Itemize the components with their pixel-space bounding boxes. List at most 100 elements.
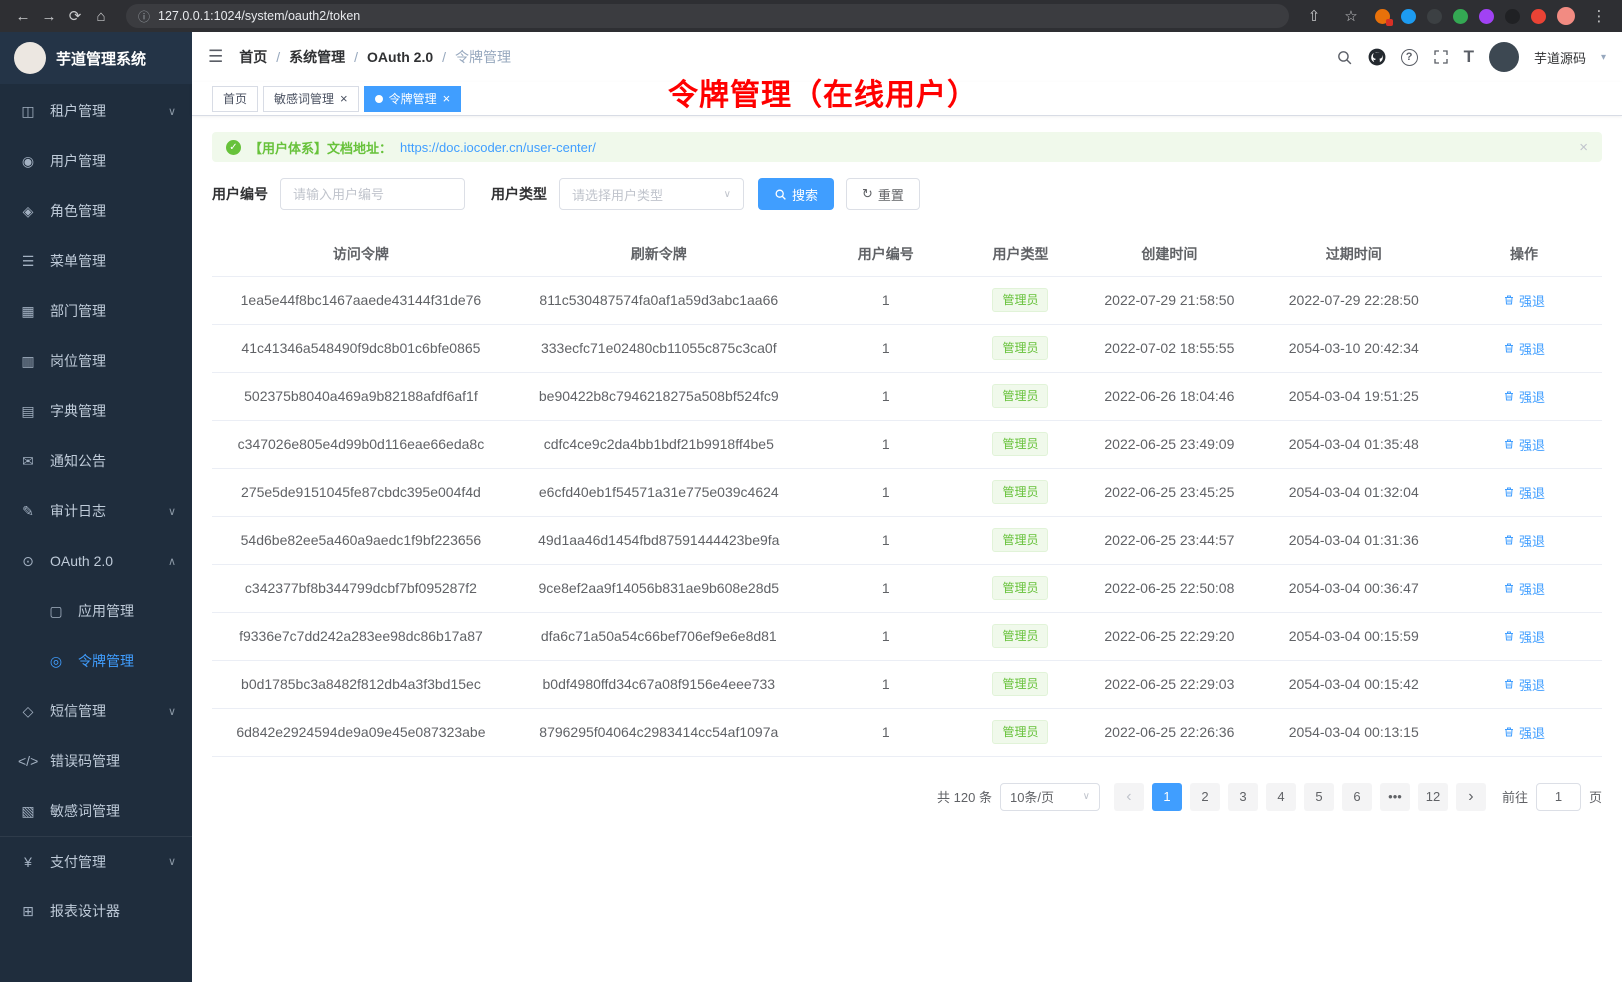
sidebar-item-error-code[interactable]: </> 错误码管理 — [0, 736, 192, 786]
force-logout-button[interactable]: 强退 — [1503, 435, 1545, 454]
bookmark-star-icon[interactable]: ☆ — [1338, 7, 1364, 25]
alert-doc-link[interactable]: https://doc.iocoder.cn/user-center/ — [400, 140, 596, 155]
tab-token-mgmt[interactable]: 令牌管理 × — [364, 86, 462, 112]
alert-close-icon[interactable]: × — [1579, 139, 1588, 156]
pager-page-3[interactable]: 3 — [1228, 783, 1258, 811]
browser-menu-icon[interactable]: ⋮ — [1586, 7, 1612, 25]
sidebar-item-role[interactable]: ◈ 角色管理 — [0, 186, 192, 236]
site-info-icon[interactable]: ⓘ — [138, 8, 150, 25]
caret-down-icon[interactable]: ▾ — [1601, 52, 1606, 63]
expire-time-cell: 2054-03-04 00:36:47 — [1262, 564, 1446, 612]
home-icon[interactable]: ⌂ — [88, 8, 114, 25]
sidebar-item-dept[interactable]: ▦ 部门管理 — [0, 286, 192, 336]
sidebar-item-menu[interactable]: ☰ 菜单管理 — [0, 236, 192, 286]
sidebar-item-user[interactable]: ◉ 用户管理 — [0, 136, 192, 186]
sidebar-item-app-mgmt[interactable]: ▢ 应用管理 — [0, 586, 192, 636]
sidebar-item-pay[interactable]: ¥ 支付管理 ∨ — [0, 836, 192, 886]
goto-page-input[interactable] — [1536, 783, 1581, 811]
fullscreen-icon[interactable] — [1433, 49, 1449, 65]
pager-page-1[interactable]: 1 — [1152, 783, 1182, 811]
next-page-button[interactable]: › — [1456, 783, 1486, 811]
sidebar-item-audit-log[interactable]: ✎ 审计日志 ∨ — [0, 486, 192, 536]
close-icon[interactable]: × — [443, 92, 451, 105]
search-button[interactable]: 搜索 — [758, 178, 834, 210]
chevron-icon: ∧ — [168, 555, 176, 568]
font-size-icon[interactable]: T — [1464, 47, 1474, 67]
force-logout-button[interactable]: 强退 — [1503, 579, 1545, 598]
sidebar-item-sensitive-word[interactable]: ▧ 敏感词管理 — [0, 786, 192, 836]
force-logout-label: 强退 — [1519, 435, 1545, 454]
help-icon[interactable]: ? — [1401, 49, 1418, 66]
extension-icon-purple[interactable] — [1479, 9, 1494, 24]
table-row: 502375b8040a469a9b82188afdf6af1f be90422… — [212, 372, 1602, 420]
prev-page-button[interactable]: ‹ — [1114, 783, 1144, 811]
user-type-cell: 管理员 — [964, 468, 1077, 516]
sidebar-toggle-icon[interactable]: ☰ — [208, 47, 223, 67]
user-avatar[interactable] — [1489, 42, 1519, 72]
force-logout-button[interactable]: 强退 — [1503, 627, 1545, 646]
extension-icon-dark[interactable] — [1427, 9, 1442, 24]
close-icon[interactable]: × — [340, 92, 348, 105]
breadcrumb-item[interactable]: 首页 — [239, 47, 267, 67]
force-logout-button[interactable]: 强退 — [1503, 723, 1545, 742]
sidebar-item-dict[interactable]: ▤ 字典管理 — [0, 386, 192, 436]
pager-page-2[interactable]: 2 — [1190, 783, 1220, 811]
sidebar-item-notice[interactable]: ✉ 通知公告 — [0, 436, 192, 486]
sidebar-item-post[interactable]: ▥ 岗位管理 — [0, 336, 192, 386]
tab-home[interactable]: 首页 — [212, 86, 258, 112]
force-logout-button[interactable]: 强退 — [1503, 675, 1545, 694]
breadcrumb-item[interactable]: 令牌管理 — [433, 47, 511, 67]
github-icon[interactable] — [1368, 48, 1386, 66]
user-id-input[interactable] — [280, 178, 465, 210]
username[interactable]: 芋道源码 — [1534, 48, 1586, 67]
created-time-cell: 2022-06-25 23:49:09 — [1077, 420, 1261, 468]
reload-icon[interactable]: ⟳ — [62, 7, 88, 25]
user-type-select[interactable]: 请选择用户类型 ∨ — [559, 178, 744, 210]
breadcrumb-item[interactable]: OAuth 2.0 — [345, 49, 433, 65]
pager-more[interactable]: ••• — [1380, 783, 1410, 811]
pager-page-5[interactable]: 5 — [1304, 783, 1334, 811]
force-logout-button[interactable]: 强退 — [1503, 387, 1545, 406]
tab-sensitive-word[interactable]: 敏感词管理 × — [263, 86, 359, 112]
sidebar-item-sms[interactable]: ◇ 短信管理 ∨ — [0, 686, 192, 736]
share-icon[interactable]: ⇧ — [1301, 7, 1327, 25]
browser-profile-avatar[interactable] — [1557, 7, 1575, 25]
extension-icon-blue[interactable] — [1401, 9, 1416, 24]
user-type-cell: 管理员 — [964, 708, 1077, 756]
extension-icon-black[interactable] — [1505, 9, 1520, 24]
force-logout-button[interactable]: 强退 — [1503, 339, 1545, 358]
chevron-icon: ∨ — [168, 505, 176, 518]
reset-button[interactable]: ↻ 重置 — [846, 178, 920, 210]
sidebar-item-report-designer[interactable]: ⊞ 报表设计器 — [0, 886, 192, 936]
force-logout-button[interactable]: 强退 — [1503, 483, 1545, 502]
forward-icon[interactable]: → — [36, 8, 62, 25]
pager-page-4[interactable]: 4 — [1266, 783, 1296, 811]
post-icon: ▥ — [18, 353, 38, 370]
pager-page-12[interactable]: 12 — [1418, 783, 1448, 811]
info-alert: ✓ 【用户体系】文档地址： https://doc.iocoder.cn/use… — [212, 132, 1602, 162]
sidebar-item-tenant[interactable]: ◫ 租户管理 ∨ — [0, 86, 192, 136]
back-icon[interactable]: ← — [10, 8, 36, 25]
refresh-icon: ↻ — [862, 186, 873, 202]
refresh-token-cell: be90422b8c7946218275a508bf524fc9 — [510, 372, 808, 420]
refresh-token-cell: 8796295f04064c2983414cc54af1097a — [510, 708, 808, 756]
sidebar-item-token-mgmt[interactable]: ◎ 令牌管理 — [0, 636, 192, 686]
page-size-select[interactable]: 10条/页 ∨ — [1000, 783, 1100, 811]
extension-icon-orange[interactable] — [1375, 9, 1390, 24]
extension-icon-green[interactable] — [1453, 9, 1468, 24]
extension-icon-red[interactable] — [1531, 9, 1546, 24]
sidebar-item-oauth[interactable]: ⊙ OAuth 2.0 ∧ — [0, 536, 192, 586]
table-header-row: 访问令牌刷新令牌用户编号用户类型创建时间过期时间操作 — [212, 232, 1602, 276]
breadcrumb-item[interactable]: 系统管理 — [267, 47, 345, 67]
app-frame: 芋道管理系统 ◫ 租户管理 ∨ ◉ 用户管理 ◈ 角色管理 ☰ 菜单管理 — [0, 32, 1622, 982]
tab-label: 敏感词管理 — [274, 90, 334, 107]
force-logout-button[interactable]: 强退 — [1503, 291, 1545, 310]
user-id-cell: 1 — [808, 612, 964, 660]
chevron-icon: ∨ — [168, 105, 176, 118]
search-icon[interactable] — [1336, 49, 1353, 66]
force-logout-button[interactable]: 强退 — [1503, 531, 1545, 550]
access-token-cell: 502375b8040a469a9b82188afdf6af1f — [212, 372, 510, 420]
pager-page-6[interactable]: 6 — [1342, 783, 1372, 811]
app-logo[interactable]: 芋道管理系统 — [0, 32, 192, 84]
address-bar[interactable]: ⓘ 127.0.0.1:1024/system/oauth2/token — [126, 4, 1289, 28]
